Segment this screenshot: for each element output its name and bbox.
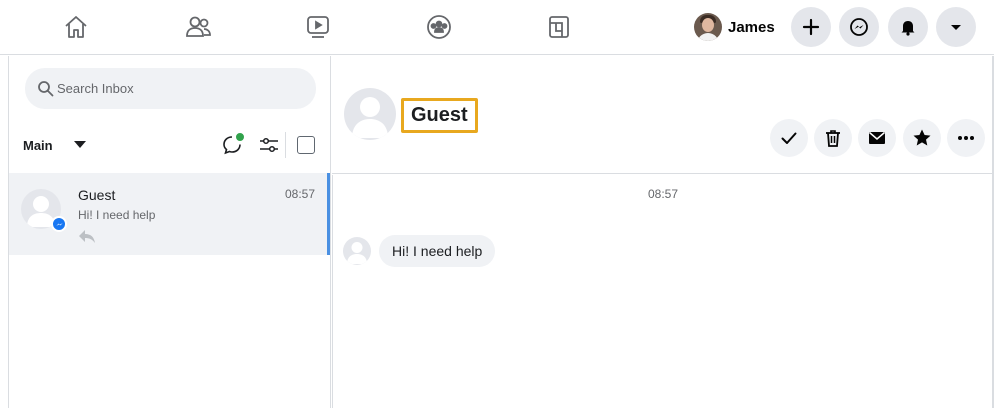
search-icon <box>38 80 54 96</box>
groups-icon[interactable] <box>421 10 457 44</box>
sliders-icon <box>260 137 278 153</box>
home-icon[interactable] <box>58 10 94 44</box>
thread-list-item[interactable]: Guest 08:57 Hi! I need help <box>9 173 330 255</box>
star-button[interactable] <box>903 119 941 157</box>
star-icon <box>913 129 931 146</box>
account-menu-caret-icon <box>951 25 961 30</box>
search-inbox-input[interactable] <box>57 81 287 96</box>
inbox-filter-row: Main <box>23 128 323 162</box>
plus-icon <box>802 18 820 36</box>
toolbar-divider <box>285 132 286 158</box>
notifications-button[interactable] <box>888 7 928 47</box>
envelope-icon <box>869 131 885 144</box>
mark-unread-button[interactable] <box>858 119 896 157</box>
trash-icon <box>826 130 840 147</box>
conversation-header: Guest <box>332 56 994 174</box>
more-options-button[interactable] <box>947 119 985 157</box>
conversation-timestamp: 08:57 <box>647 187 679 201</box>
chevron-down-icon[interactable] <box>73 140 87 150</box>
delete-button[interactable] <box>814 119 852 157</box>
more-options-icon <box>958 136 974 140</box>
mark-as-done-button[interactable] <box>770 119 808 157</box>
inbox-search-box[interactable] <box>25 68 316 109</box>
thread-sender-name: Guest <box>78 187 116 203</box>
messenger-chat-status-button[interactable] <box>219 132 245 158</box>
user-name: James <box>728 18 775 36</box>
create-button[interactable] <box>791 7 831 47</box>
watch-icon[interactable] <box>300 10 336 44</box>
messenger-icon <box>850 18 868 36</box>
messenger-button[interactable] <box>839 7 879 47</box>
friends-icon[interactable] <box>180 10 216 44</box>
inbox-filter-label: Main <box>23 138 53 153</box>
messenger-badge-icon <box>51 216 67 232</box>
reply-arrow-icon <box>79 230 95 243</box>
user-avatar <box>694 13 722 41</box>
account-menu-button[interactable] <box>936 7 976 47</box>
online-status-dot <box>235 132 245 142</box>
filter-settings-button[interactable] <box>256 132 282 158</box>
inbox-thread-list: Main Guest 08:57 Hi! I need help <box>8 56 331 408</box>
select-all-checkbox[interactable] <box>297 136 315 154</box>
thread-message-preview: Hi! I need help <box>78 208 156 222</box>
user-profile-chip[interactable]: James <box>690 9 783 45</box>
checkmark-icon <box>781 132 797 144</box>
notifications-bell-icon <box>901 21 915 36</box>
contact-avatar[interactable] <box>344 88 396 140</box>
thread-timestamp: 08:57 <box>284 187 315 201</box>
pages-icon[interactable] <box>541 10 577 44</box>
top-navigation-bar: James <box>0 0 994 55</box>
conversation-body: 08:57 Hi! I need help <box>332 175 994 408</box>
message-sender-avatar <box>343 237 371 265</box>
contact-name-heading[interactable]: Guest <box>401 98 478 133</box>
message-bubble: Hi! I need help <box>379 235 496 267</box>
